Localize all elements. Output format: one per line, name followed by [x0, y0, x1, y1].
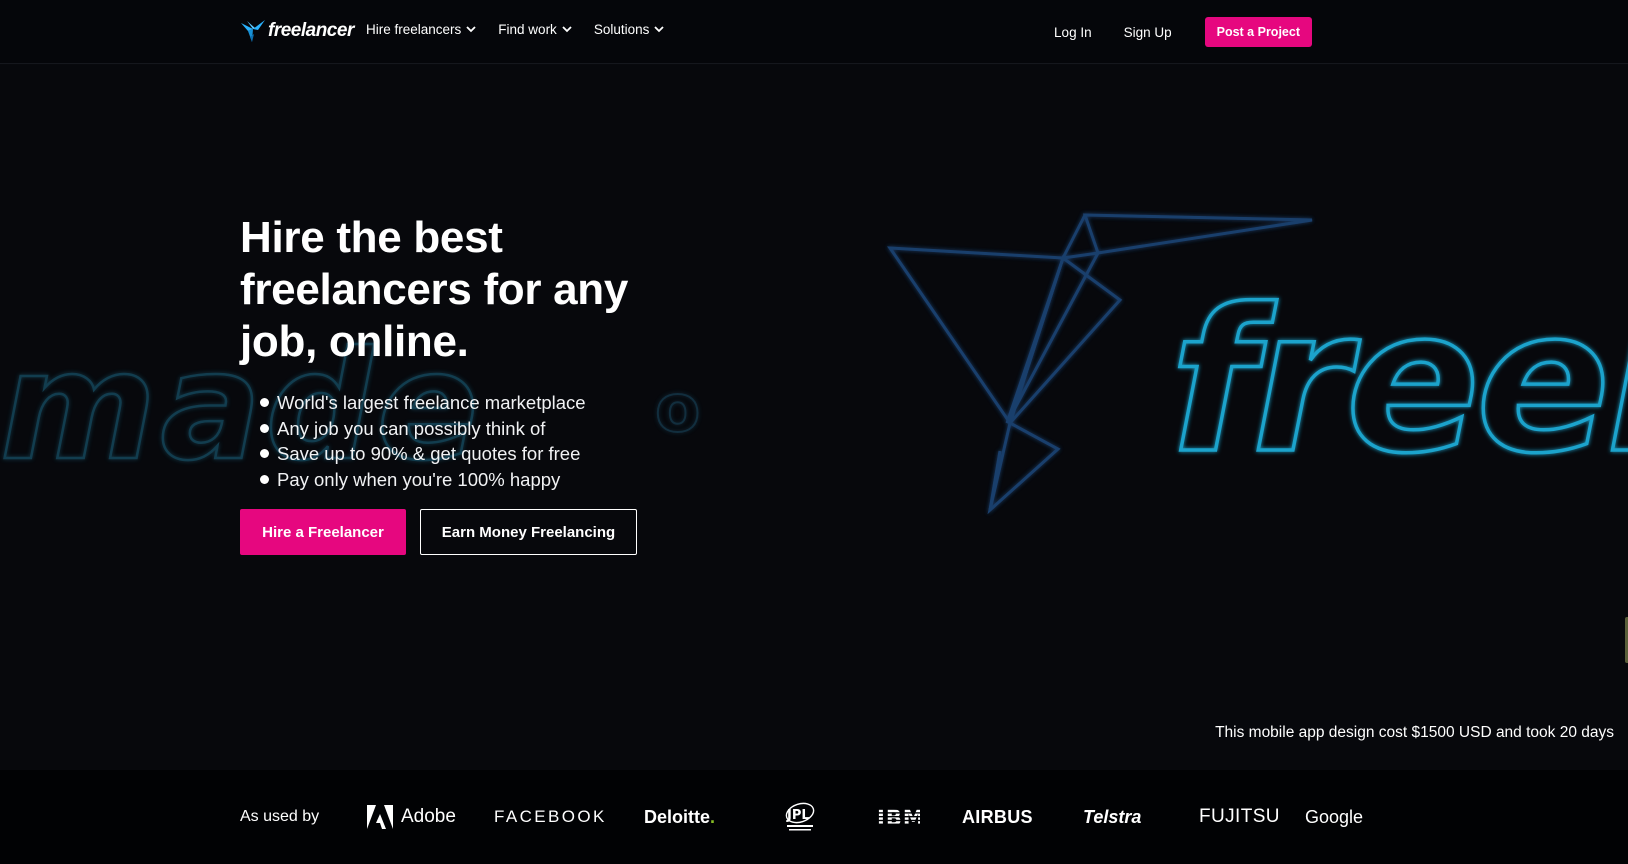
headline-line: job, online. — [240, 317, 469, 366]
list-item: World's largest freelance marketplace — [260, 390, 680, 416]
bullet-icon — [260, 398, 269, 408]
nav-solutions[interactable]: Solutions — [594, 22, 665, 37]
freelancer-logo[interactable]: freelancer — [240, 16, 354, 46]
hero-content: Hire the best freelancers for any job, o… — [240, 212, 680, 555]
nav-item-label: Find work — [498, 22, 557, 37]
hero-headline: Hire the best freelancers for any job, o… — [240, 212, 680, 368]
logo-wordmark: freelancer — [268, 20, 354, 41]
airbus-logo: AIRBUS — [962, 800, 1033, 834]
earn-money-button[interactable]: Earn Money Freelancing — [420, 509, 637, 555]
nav-item-label: Solutions — [593, 22, 650, 37]
nasa-jpl-logo-icon: JPL — [785, 802, 815, 831]
ibm-logo: IBM — [876, 800, 920, 834]
brand-name: IBM — [877, 806, 920, 828]
hero-cta-group: Hire a Freelancer Earn Money Freelancing — [240, 509, 680, 555]
brand-name: Google — [1305, 806, 1364, 827]
benefit-text: Pay only when you're 100% happy — [277, 468, 561, 490]
brand-name: FUJITSU — [1199, 806, 1280, 827]
login-link[interactable]: Log In — [1054, 25, 1092, 40]
signup-link[interactable]: Sign Up — [1124, 25, 1172, 40]
facebook-logo: FACEBOOK — [494, 800, 607, 834]
adobe-logo-icon — [367, 805, 393, 829]
brand-name: Adobe — [401, 806, 456, 827]
bullet-icon — [260, 423, 269, 433]
headline-line: freelancers for any — [240, 265, 629, 314]
post-project-button[interactable]: Post a Project — [1204, 17, 1312, 47]
nav-hire-freelancers[interactable]: Hire freelancers — [366, 22, 476, 37]
headline-line: Hire the best — [240, 213, 503, 262]
deloitte-logo: Deloitte. — [644, 800, 715, 834]
top-navigation-bar: freelancer Hire freelancers Find work So… — [0, 0, 1628, 64]
telstra-logo: Telstra — [1083, 800, 1141, 834]
svg-text:IBM: IBM — [877, 806, 920, 828]
brand-name: FACEBOOK — [494, 807, 607, 826]
chevron-down-icon — [466, 26, 476, 33]
deloitte-dot: . — [710, 806, 716, 827]
hire-freelancer-button[interactable]: Hire a Freelancer — [240, 509, 406, 555]
benefit-text: World's largest freelance marketplace — [277, 392, 586, 413]
adobe-logo: Adobe — [367, 800, 456, 834]
google-logo: Google — [1305, 800, 1363, 834]
bullet-icon — [260, 449, 269, 459]
used-by-label: As used by — [240, 808, 320, 825]
bullet-icon — [260, 474, 269, 484]
main-nav: Hire freelancers Find work Solutions — [366, 22, 664, 37]
chevron-down-icon — [562, 26, 572, 33]
benefits-list: World's largest freelance marketplace An… — [260, 390, 680, 492]
benefit-text: Any job you can possibly think of — [277, 417, 546, 439]
svg-text:freel: freel — [1170, 266, 1628, 497]
fujitsu-logo: FUJITSU — [1199, 800, 1280, 834]
brand-name: Telstra — [1083, 806, 1142, 827]
svg-text:JPL: JPL — [786, 808, 810, 823]
nav-item-label: Hire freelancers — [366, 22, 462, 37]
list-item: Any job you can possibly think of — [260, 416, 680, 442]
hero-section: made o freel Hire the best freelancers f… — [0, 65, 1628, 770]
brand-name: Deloitte — [644, 806, 711, 827]
page: freelancer Hire freelancers Find work So… — [0, 0, 1628, 864]
chevron-down-icon — [654, 26, 664, 33]
nav-find-work[interactable]: Find work — [498, 22, 572, 37]
brand-name: AIRBUS — [962, 806, 1033, 827]
video-caption: This mobile app design cost $1500 USD an… — [1215, 724, 1614, 741]
auth-actions: Log In Sign Up Post a Project — [1054, 17, 1312, 47]
freelancer-bird-icon — [241, 20, 265, 42]
nasa-jpl-logo: JPL — [776, 800, 824, 834]
neon-text-freelancer: freel — [1168, 264, 1628, 499]
list-item: Save up to 90% & get quotes for free — [260, 441, 680, 467]
benefit-text: Save up to 90% & get quotes for free — [277, 443, 581, 464]
used-by-strip: As used by Adobe FACEBOOK Deloitte. JPL — [0, 770, 1628, 864]
list-item: Pay only when you're 100% happy — [260, 467, 680, 493]
